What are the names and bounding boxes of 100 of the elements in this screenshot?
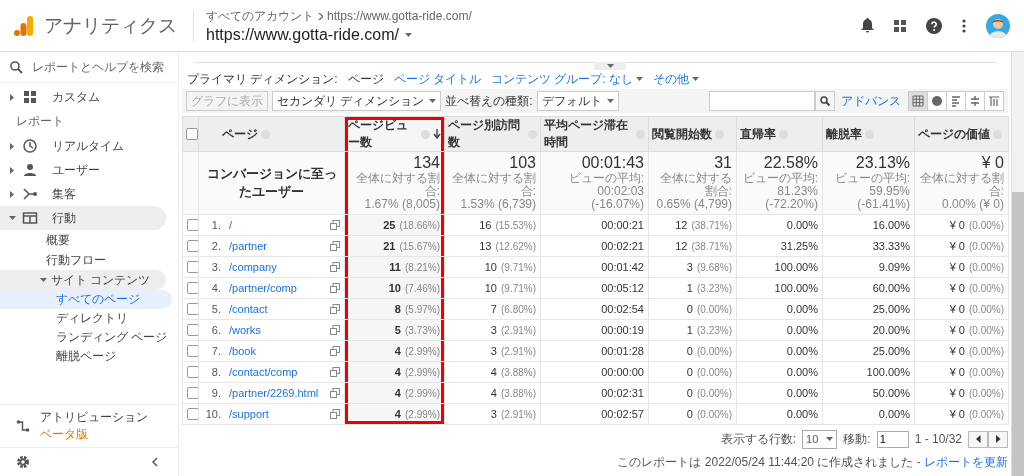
table-cell: 0 (0.00%) <box>648 403 737 425</box>
popout-icon[interactable] <box>330 324 340 335</box>
caret-icon <box>606 99 614 103</box>
popout-icon[interactable] <box>330 345 340 356</box>
popout-icon[interactable] <box>330 408 340 419</box>
prev-button[interactable] <box>968 430 988 448</box>
summary-cell: 22.58% ビューの平均: 81.23% (-72.20%) <box>736 151 823 215</box>
sidebar-item[interactable]: 集客 <box>0 182 166 206</box>
breadcrumb-link[interactable]: すべてのアカウント <box>206 7 314 25</box>
next-button[interactable] <box>988 430 1008 448</box>
sidebar-item[interactable]: ユーザー <box>0 158 166 182</box>
dimension-option[interactable]: その他 <box>653 70 700 88</box>
checkbox[interactable] <box>187 281 199 294</box>
sidebar-item[interactable]: 概要 <box>0 230 166 250</box>
dimension-option[interactable]: ページ <box>347 70 384 88</box>
table-cell: 0.00% <box>736 361 823 383</box>
checkbox[interactable] <box>187 239 199 252</box>
column-header[interactable]: ページ別訪問数 <box>444 116 541 152</box>
column-header[interactable]: 平均ページ滞在時間 <box>540 116 649 152</box>
secondary-dimension-dropdown[interactable]: セカンダリ ディメンション <box>272 91 442 111</box>
settings-icon[interactable] <box>16 455 30 469</box>
page-cell[interactable]: 9. /partner/2269.html <box>198 382 345 404</box>
table-cell: 00:01:42 <box>540 256 649 278</box>
property-selector[interactable]: https://www.gotta-ride.com/ <box>206 25 472 44</box>
search-button[interactable] <box>815 91 835 111</box>
apps-icon[interactable] <box>894 19 906 32</box>
dimension-option[interactable]: コンテンツ グループ: なし <box>491 70 644 88</box>
expand-caret-icon <box>10 190 14 198</box>
refresh-link[interactable]: レポートを更新 <box>924 454 1008 469</box>
sidebar-item[interactable]: ディレクトリ <box>0 309 172 328</box>
table-cell: 0.00% <box>736 214 823 236</box>
collapse-icon[interactable] <box>152 457 158 467</box>
column-header[interactable]: ページの価値 <box>914 116 1009 152</box>
column-header[interactable]: 閲覧開始数 <box>648 116 737 152</box>
scrollbar[interactable] <box>1011 52 1024 476</box>
column-header[interactable]: 離脱率 <box>822 116 915 152</box>
checkbox[interactable] <box>187 302 199 315</box>
search-field[interactable]: レポートとヘルプを検索 <box>0 52 178 82</box>
avatar-icon[interactable] <box>986 13 1010 38</box>
popout-icon[interactable] <box>330 219 340 230</box>
checkbox[interactable] <box>187 218 199 231</box>
summary-label: コンバージョンに至ったユーザー <box>198 151 345 215</box>
app-title: アナリティクス <box>44 10 194 41</box>
popout-icon[interactable] <box>330 303 340 314</box>
more-icon[interactable] <box>962 18 966 33</box>
page-cell[interactable]: 4. /partner/comp <box>198 277 345 299</box>
page-input[interactable]: 1 <box>876 430 909 448</box>
dimension-label: プライマリ ディメンション: <box>187 70 338 88</box>
sidebar-item[interactable]: 離脱ページ <box>0 347 172 366</box>
page-cell[interactable]: 7. /book <box>198 340 345 362</box>
checkbox[interactable] <box>187 407 199 420</box>
column-header[interactable]: ページビュー数 <box>344 116 445 152</box>
sidebar-item[interactable]: リアルタイム <box>0 134 166 158</box>
collapse-button[interactable] <box>594 62 626 70</box>
view-button[interactable] <box>946 91 966 111</box>
checkbox[interactable] <box>187 365 199 378</box>
popout-icon[interactable] <box>330 387 340 398</box>
bar-chart-icon <box>949 94 963 108</box>
view-button[interactable] <box>908 91 928 111</box>
sidebar-item[interactable]: すべてのページ <box>0 290 172 309</box>
sidebar-item[interactable]: 行動 <box>0 206 166 230</box>
advanced-link[interactable]: アドバンス <box>841 92 901 110</box>
checkbox[interactable] <box>187 386 199 399</box>
sidebar-item[interactable]: アトリビューション <box>40 409 148 426</box>
page-cell[interactable]: 2. /partner <box>198 235 345 257</box>
dimension-option[interactable]: ページ タイトル <box>393 70 481 88</box>
sidebar-item[interactable]: 行動フロー <box>0 250 166 270</box>
table-cell: 1 (3.23%) <box>648 319 737 341</box>
page-cell[interactable]: 5. /contact <box>198 298 345 320</box>
checkbox[interactable] <box>187 344 199 357</box>
table-cell: 00:00:21 <box>540 214 649 236</box>
page-cell[interactable]: 10. /support <box>198 403 345 425</box>
page-cell[interactable]: 8. /contact/comp <box>198 361 345 383</box>
popout-icon[interactable] <box>330 282 340 293</box>
sidebar-item[interactable]: カスタム <box>0 85 166 109</box>
view-button[interactable] <box>965 91 985 111</box>
page-cell[interactable]: 3. /company <box>198 256 345 278</box>
view-button[interactable] <box>927 91 947 111</box>
popout-icon[interactable] <box>330 366 340 377</box>
page-cell[interactable]: 6. /works <box>198 319 345 341</box>
comparison-icon <box>968 94 982 108</box>
sidebar-item[interactable]: ランディング ページ <box>0 328 172 347</box>
checkbox[interactable] <box>186 128 198 140</box>
bell-icon[interactable] <box>861 18 874 33</box>
popout-icon[interactable] <box>330 261 340 272</box>
page-cell[interactable]: 1. / <box>198 214 345 236</box>
person-icon <box>22 162 38 178</box>
table-search-field[interactable] <box>709 91 815 111</box>
sidebar-item[interactable]: サイト コンテンツ <box>0 270 166 290</box>
checkbox[interactable] <box>187 323 199 336</box>
checkbox[interactable] <box>187 260 199 273</box>
view-button[interactable] <box>984 91 1004 111</box>
breadcrumb-link[interactable]: https://www.gotta-ride.com/ <box>327 9 472 23</box>
sort-dropdown[interactable]: デフォルト <box>536 91 619 111</box>
rows-dropdown[interactable]: 10 <box>802 429 838 449</box>
column-header[interactable]: 直帰率 <box>736 116 823 152</box>
popout-icon[interactable] <box>330 240 340 251</box>
column-header[interactable]: ページ <box>198 116 345 152</box>
table-cell: 12 (38.71%) <box>648 214 737 236</box>
logo-icon[interactable] <box>14 14 34 37</box>
